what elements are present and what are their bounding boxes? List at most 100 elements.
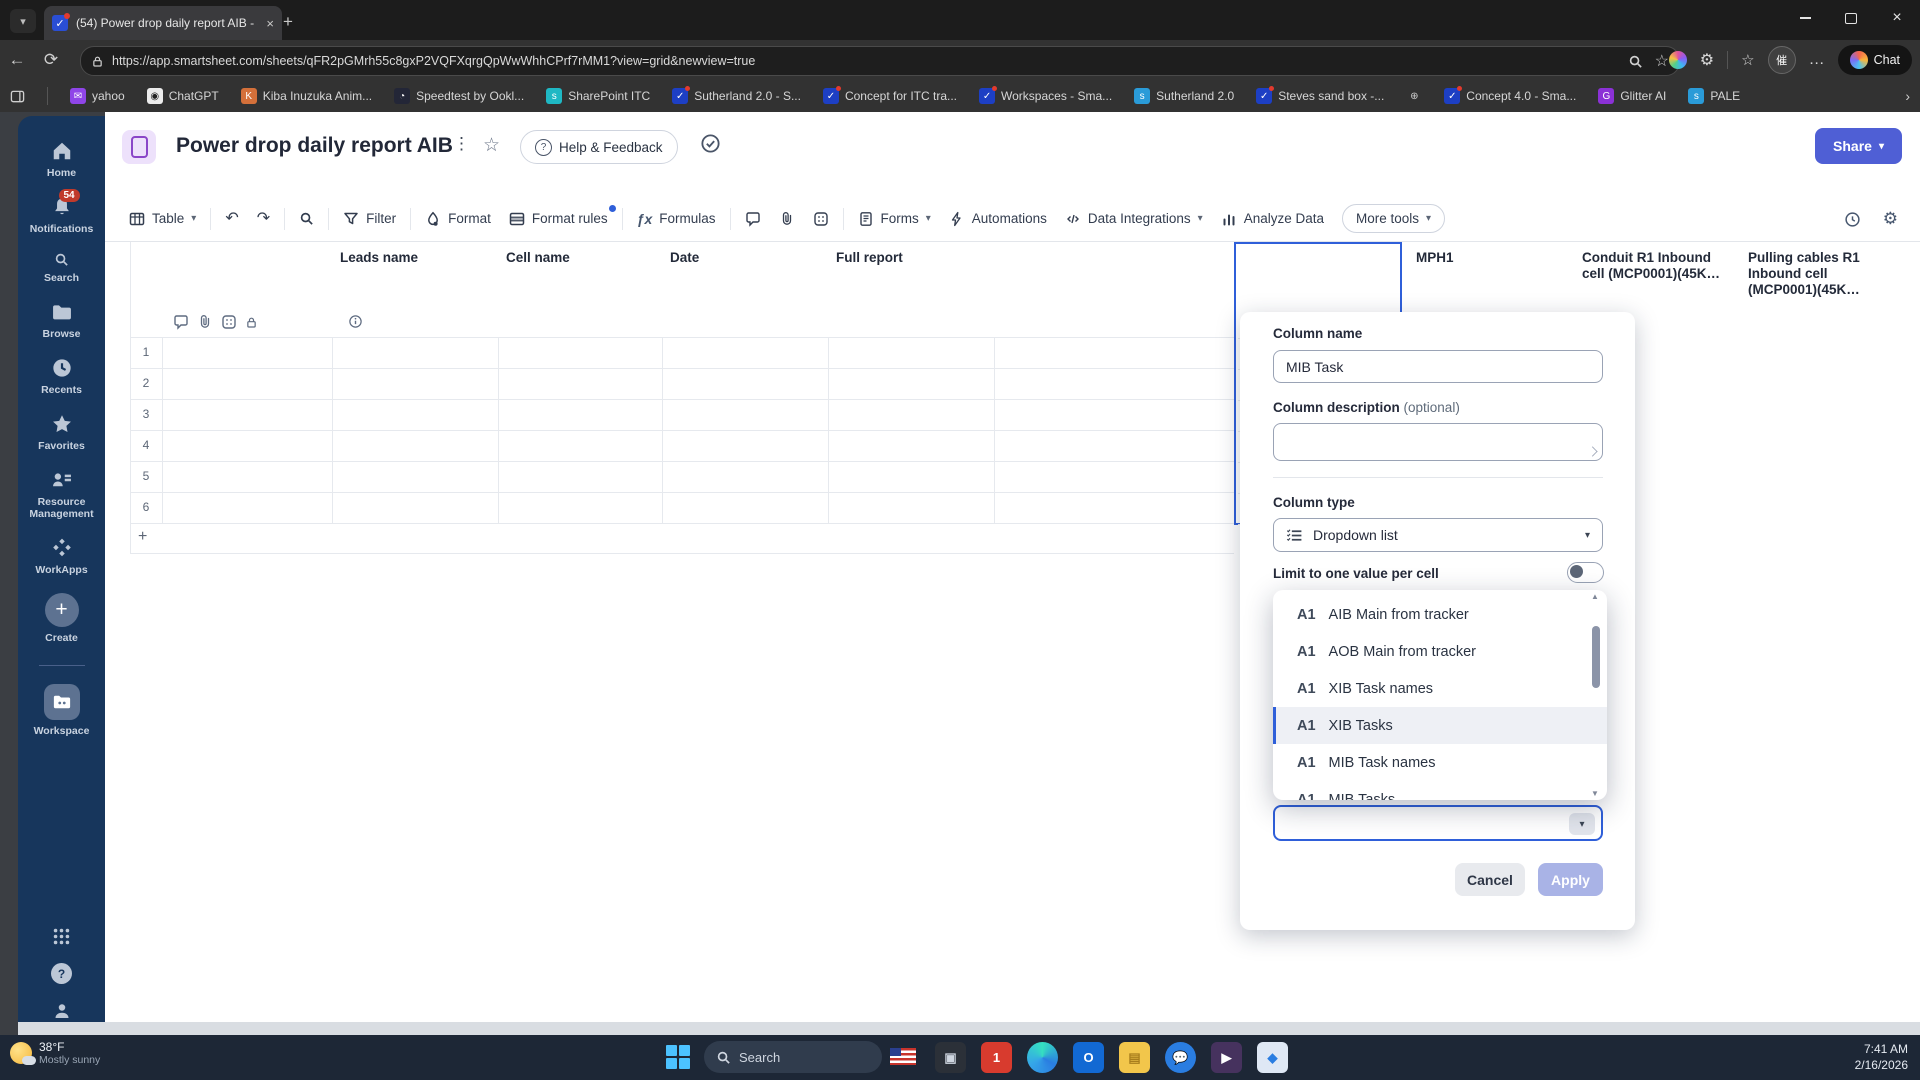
- sidebar-item-workspace[interactable]: Workspace: [18, 684, 105, 737]
- toolbar-attachment-button[interactable]: [779, 211, 795, 227]
- sidebar-item-browse[interactable]: Browse: [18, 301, 105, 340]
- browser-menu-icon[interactable]: …: [1809, 51, 1825, 69]
- bookmark-item[interactable]: ✓Steves sand box -...: [1256, 88, 1384, 104]
- row-number[interactable]: 5: [130, 469, 162, 483]
- bookmark-item[interactable]: ✉yahoo: [70, 88, 125, 104]
- toolbar-automations-button[interactable]: Automations: [949, 211, 1047, 227]
- toolbar-redo-button[interactable]: ↷: [257, 211, 270, 227]
- toolbar-more-tools-button[interactable]: More tools▾: [1342, 204, 1445, 233]
- chat-app-icon[interactable]: 💬: [1165, 1042, 1196, 1073]
- refresh-icon[interactable]: ⟳: [34, 50, 68, 70]
- toolbar-analyze-data-button[interactable]: Analyze Data: [1221, 211, 1324, 227]
- bookmark-item[interactable]: GGlitter AI: [1598, 88, 1666, 104]
- column-type-option[interactable]: A1AIB Main from tracker: [1273, 596, 1607, 633]
- sidebar-panel-icon[interactable]: [10, 89, 25, 104]
- file-explorer-icon[interactable]: ▤: [1119, 1042, 1150, 1073]
- taskbar-search[interactable]: Search: [704, 1041, 882, 1073]
- bookmark-item[interactable]: sPALE: [1688, 88, 1740, 104]
- toolbar-filter-button[interactable]: Filter: [343, 211, 396, 227]
- favorite-star-icon[interactable]: ☆: [1655, 51, 1669, 71]
- column-header-leads-name[interactable]: Leads name: [340, 250, 418, 266]
- settings-gear-icon[interactable]: ⚙: [1883, 209, 1898, 229]
- outlook-app-icon[interactable]: O: [1073, 1042, 1104, 1073]
- row-number[interactable]: 1: [130, 345, 162, 359]
- info-icon[interactable]: [348, 314, 363, 329]
- lock-icon[interactable]: [245, 314, 258, 330]
- column-type-option[interactable]: A1MIB Task names: [1273, 744, 1607, 781]
- column-header-full-report[interactable]: Full report: [836, 250, 903, 266]
- toolbar-format-rules-button[interactable]: Format rules: [509, 211, 608, 227]
- column-header-date[interactable]: Date: [670, 250, 699, 266]
- toolbar-formulas-button[interactable]: ƒxFormulas: [637, 211, 716, 227]
- window-minimize-button[interactable]: [1782, 0, 1828, 36]
- column-type-option[interactable]: A1AOB Main from tracker: [1273, 633, 1607, 670]
- zoom-page-icon[interactable]: [1628, 54, 1643, 69]
- column-type-option-selected[interactable]: A1XIB Tasks: [1273, 707, 1607, 744]
- favorites-bar-icon[interactable]: ☆: [1741, 51, 1754, 69]
- bookmark-item[interactable]: ◔Speedtest by Ookl...: [394, 88, 524, 104]
- tab-search-button[interactable]: ▾: [10, 9, 36, 33]
- toolbar-forms-button[interactable]: Forms▾: [858, 211, 931, 227]
- clipchamp-app-icon[interactable]: ▶: [1211, 1042, 1242, 1073]
- row-number[interactable]: 6: [130, 500, 162, 514]
- resize-handle-icon[interactable]: [1587, 446, 1597, 456]
- profile-avatar[interactable]: 催: [1768, 46, 1796, 74]
- attachment-icon[interactable]: [197, 314, 213, 330]
- apps-grid-icon[interactable]: [52, 927, 71, 946]
- browser-tab[interactable]: ✓ (54) Power drop daily report AIB - S ×: [44, 6, 282, 40]
- share-button[interactable]: Share ▾: [1815, 128, 1902, 164]
- column-type-option[interactable]: A1XIB Task names: [1273, 670, 1607, 707]
- bookmark-item[interactable]: ✓Sutherland 2.0 - S...: [672, 88, 801, 104]
- proofs-icon[interactable]: [221, 314, 237, 330]
- column-description-input[interactable]: [1273, 423, 1603, 461]
- column-header-pulling[interactable]: Pulling cables R1 Inbound cell (MCP0001)…: [1748, 250, 1890, 298]
- sidebar-item-create[interactable]: +Create: [18, 593, 105, 644]
- edge-browser-icon[interactable]: [1027, 1042, 1058, 1073]
- comment-icon[interactable]: [173, 314, 189, 330]
- bookmark-item[interactable]: sSharePoint ITC: [546, 88, 650, 104]
- toolbar-table-button[interactable]: Table▾: [129, 211, 196, 227]
- column-type-option[interactable]: A1MIB Tasks: [1273, 781, 1607, 800]
- row-number[interactable]: 3: [130, 407, 162, 421]
- tab-close-icon[interactable]: ×: [266, 16, 274, 31]
- row-number[interactable]: 2: [130, 376, 162, 390]
- toolbar-data-integrations-button[interactable]: Data Integrations▾: [1065, 211, 1203, 227]
- bookmark-item[interactable]: sSutherland 2.0: [1134, 88, 1234, 104]
- bookmark-item[interactable]: ✓Concept 4.0 - Sma...: [1444, 88, 1576, 104]
- media-app-icon[interactable]: ◆: [1257, 1042, 1288, 1073]
- language-flag-icon[interactable]: [890, 1048, 916, 1065]
- toolbar-format-button[interactable]: Format: [425, 211, 491, 227]
- help-feedback-button[interactable]: ? Help & Feedback: [520, 130, 678, 164]
- bookmark-item[interactable]: ✓Concept for ITC tra...: [823, 88, 957, 104]
- extensions-menu-icon[interactable]: ⚙: [1700, 50, 1714, 70]
- add-row-button[interactable]: +: [138, 528, 147, 546]
- dropdown-values-input[interactable]: ▾: [1273, 805, 1603, 841]
- sheet-menu-icon[interactable]: ⋮: [453, 134, 470, 154]
- column-name-input[interactable]: MIB Task: [1273, 350, 1603, 383]
- scrollbar-thumb[interactable]: [1592, 626, 1600, 688]
- window-maximize-button[interactable]: [1828, 0, 1874, 36]
- start-button[interactable]: [666, 1045, 692, 1071]
- toolbar-proofs-button[interactable]: [813, 211, 829, 227]
- sidebar-item-notifications[interactable]: 54Notifications: [18, 196, 105, 235]
- column-header-mph1[interactable]: MPH1: [1416, 250, 1558, 266]
- limit-one-value-toggle[interactable]: [1567, 562, 1604, 583]
- sidebar-item-resource-management[interactable]: Resource Management: [18, 469, 105, 520]
- apply-button[interactable]: Apply: [1538, 863, 1603, 896]
- window-close-button[interactable]: ×: [1874, 0, 1920, 36]
- row-number[interactable]: 4: [130, 438, 162, 452]
- sidebar-item-home[interactable]: Home: [18, 140, 105, 179]
- scroll-up-icon[interactable]: ▲: [1591, 592, 1599, 601]
- sidebar-item-favorites[interactable]: Favorites: [18, 413, 105, 452]
- column-header-cell-name[interactable]: Cell name: [506, 250, 570, 266]
- sidebar-item-workapps[interactable]: WorkApps: [18, 537, 105, 576]
- values-chevron-icon[interactable]: ▾: [1569, 813, 1595, 835]
- help-icon[interactable]: ?: [51, 963, 72, 984]
- toolbar-undo-button[interactable]: ↶: [225, 211, 238, 227]
- bookmark-item[interactable]: ⊕: [1406, 88, 1422, 104]
- bookmark-item[interactable]: KKiba Inuzuka Anim...: [241, 88, 372, 104]
- toolbar-search-button[interactable]: [299, 211, 314, 226]
- bookmarks-overflow-icon[interactable]: ›: [1905, 88, 1910, 104]
- new-tab-button[interactable]: +: [283, 12, 293, 32]
- scroll-down-icon[interactable]: ▼: [1591, 789, 1599, 798]
